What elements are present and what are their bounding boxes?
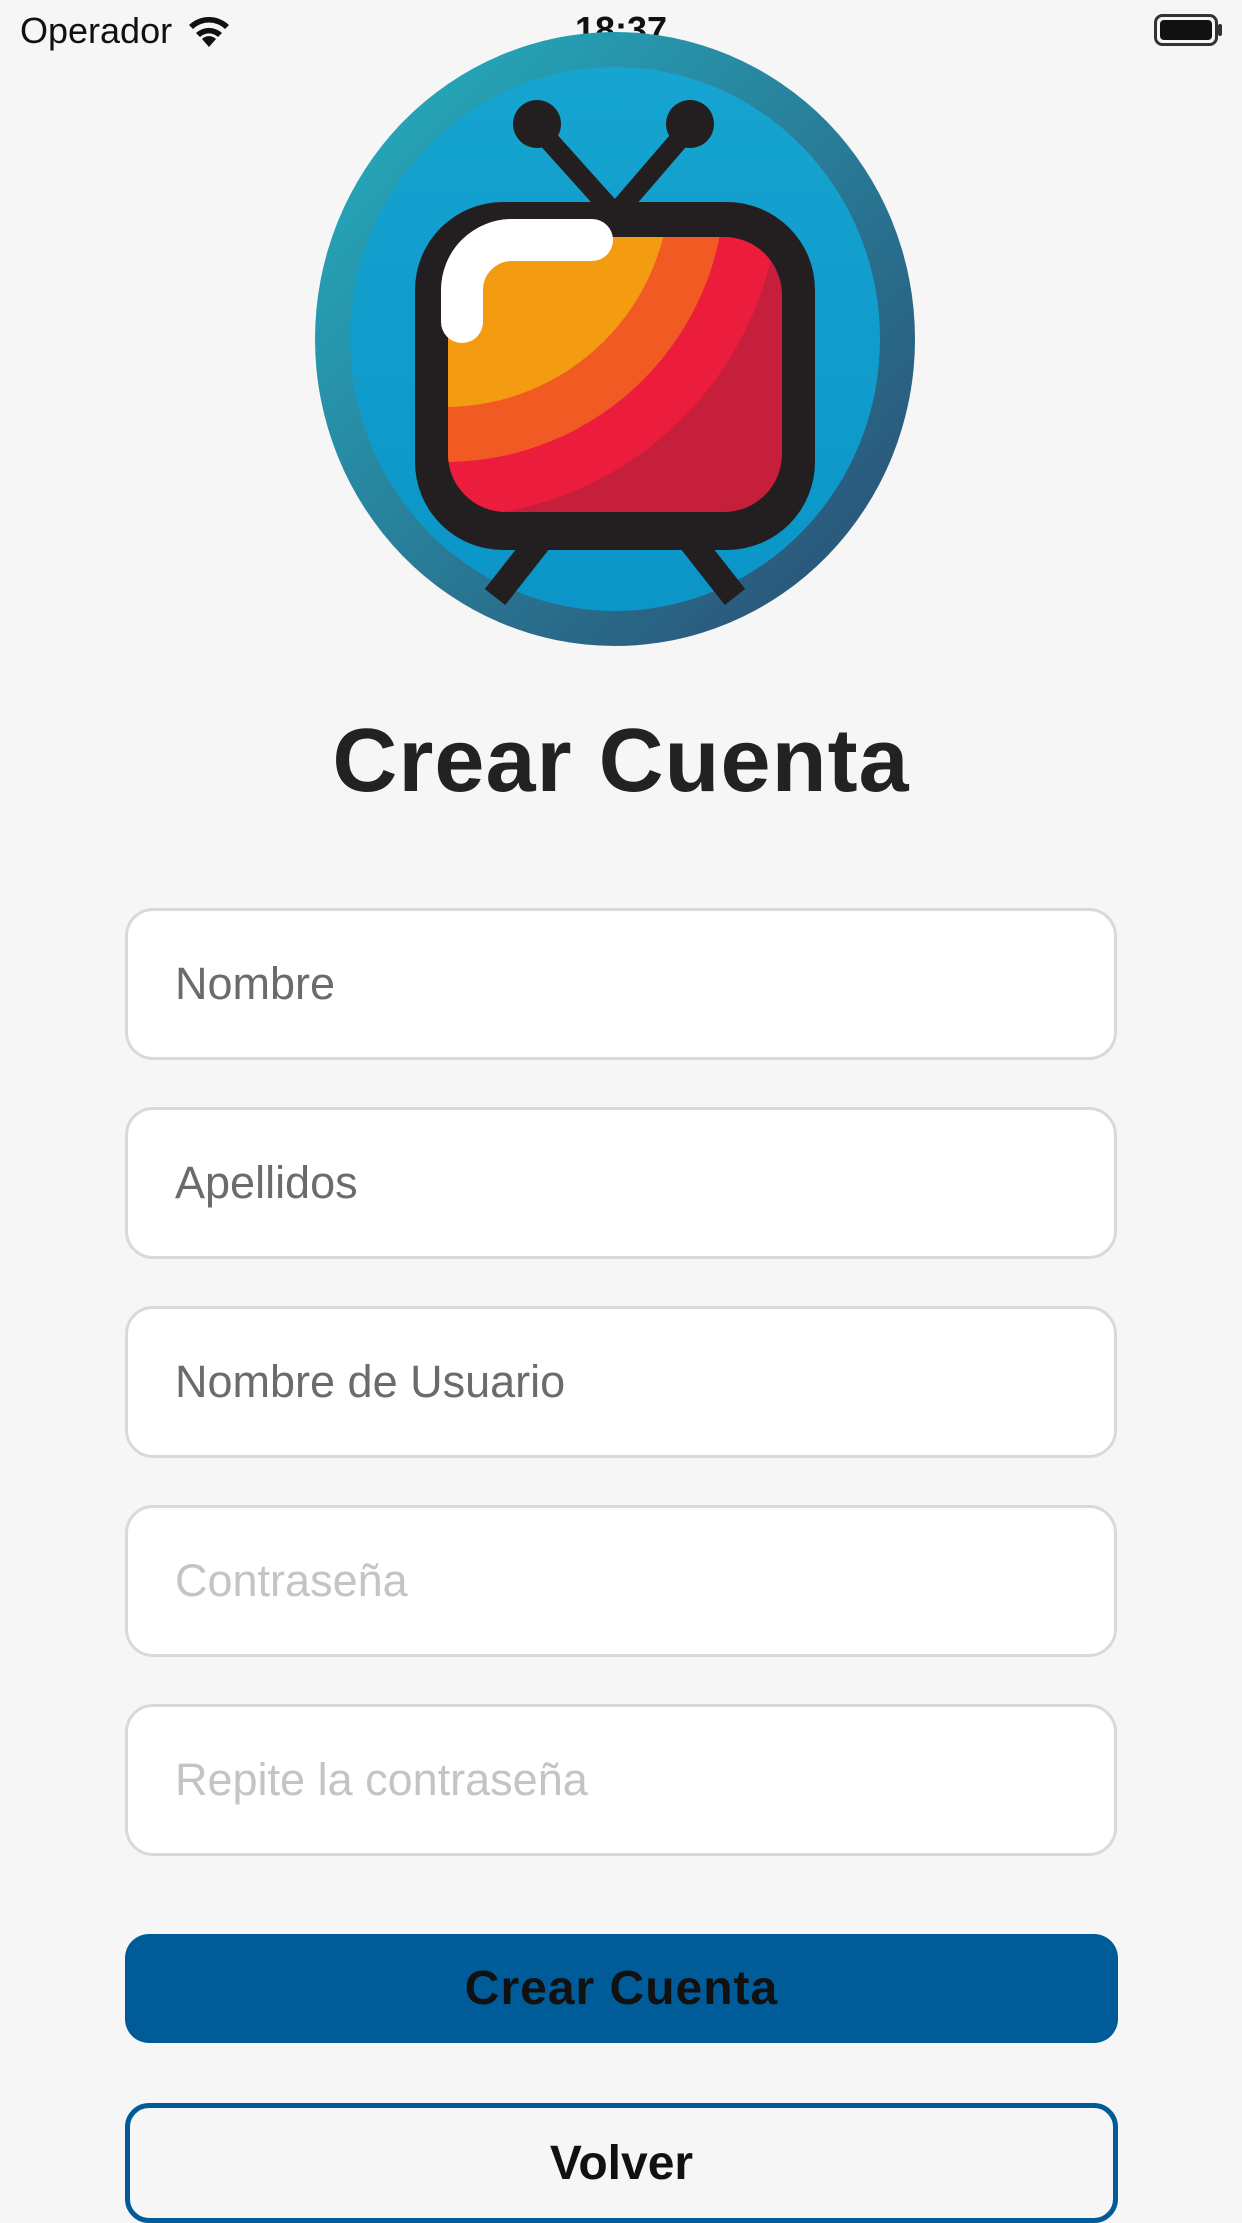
create-account-label: Crear Cuenta bbox=[464, 1962, 779, 2015]
repeat-password-input[interactable]: Repite la contraseña bbox=[125, 1704, 1117, 1856]
password-placeholder: Contraseña bbox=[175, 1555, 408, 1606]
repeat-password-placeholder: Repite la contraseña bbox=[175, 1754, 588, 1805]
page-title: Crear Cuenta bbox=[332, 711, 910, 811]
apellidos-placeholder: Apellidos bbox=[175, 1157, 358, 1208]
battery-icon bbox=[1154, 14, 1222, 46]
apellidos-input[interactable]: Apellidos bbox=[125, 1107, 1117, 1259]
back-label: Volver bbox=[549, 2137, 694, 2190]
nombre-input[interactable]: Nombre bbox=[125, 908, 1117, 1060]
password-input[interactable]: Contraseña bbox=[125, 1505, 1117, 1657]
retro-tv-logo-icon bbox=[315, 32, 915, 646]
username-placeholder: Nombre de Usuario bbox=[175, 1356, 566, 1407]
back-button[interactable]: Volver bbox=[125, 2103, 1118, 2223]
username-input[interactable]: Nombre de Usuario bbox=[125, 1306, 1117, 1458]
create-account-button[interactable]: Crear Cuenta bbox=[125, 1934, 1118, 2043]
nombre-placeholder: Nombre bbox=[175, 958, 336, 1009]
